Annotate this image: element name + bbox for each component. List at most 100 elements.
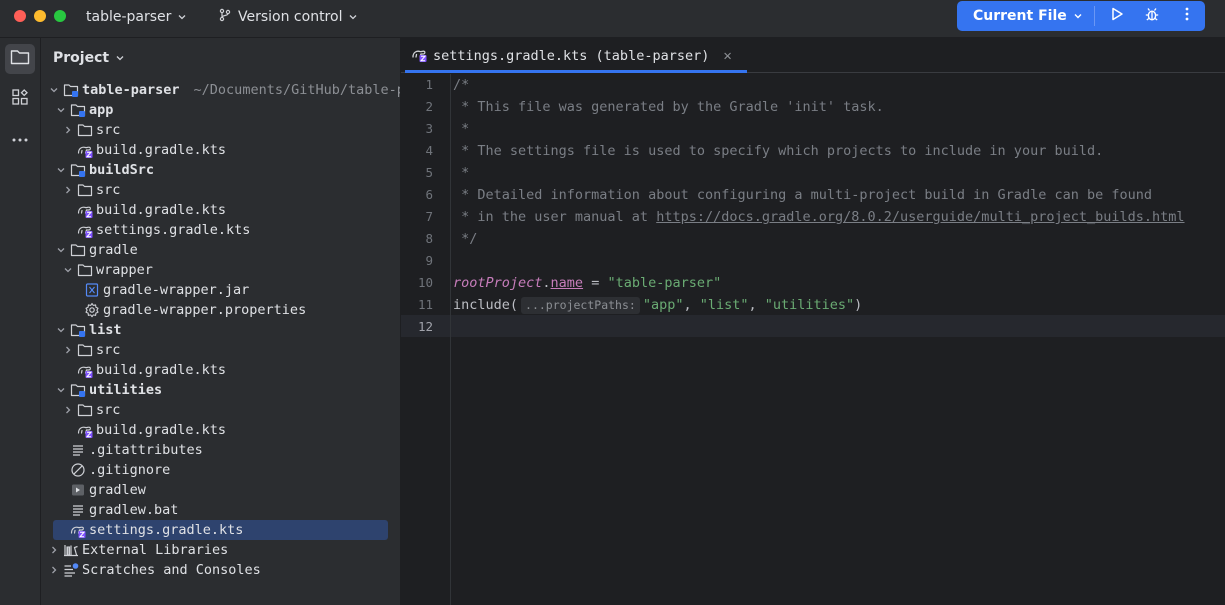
- project-switcher[interactable]: table-parser: [86, 0, 187, 33]
- tree-item[interactable]: gradle-wrapper.jar: [41, 280, 400, 300]
- tree-item-label: gradlew: [89, 482, 146, 498]
- tree-item[interactable]: table-parser ~/Documents/GitHub/table-p: [41, 80, 401, 100]
- code-line: * in the user manual at https://docs.gra…: [453, 206, 1184, 228]
- chevron-down-icon[interactable]: [54, 325, 68, 335]
- chevron-right-icon[interactable]: [47, 565, 61, 575]
- tree-item[interactable]: src: [41, 340, 400, 360]
- comment-link[interactable]: https://docs.gradle.org/8.0.2/userguide/…: [656, 209, 1184, 225]
- tree-item[interactable]: src: [41, 120, 400, 140]
- tree-item[interactable]: gradle: [41, 240, 400, 260]
- tool-window-strip: [0, 38, 41, 605]
- line-number: 7: [425, 209, 433, 224]
- tree-item[interactable]: settings.gradle.kts: [41, 520, 400, 540]
- tree-item[interactable]: build.gradle.kts: [41, 140, 400, 160]
- zoom-window-button[interactable]: [54, 10, 66, 22]
- folder-icon: [77, 342, 93, 358]
- tree-item[interactable]: settings.gradle.kts: [41, 220, 400, 240]
- chevron-right-icon[interactable]: [61, 185, 75, 195]
- run-configuration-selector[interactable]: Current File: [957, 1, 1088, 31]
- tree-item[interactable]: wrapper: [41, 260, 400, 280]
- folder-icon: [77, 402, 93, 418]
- tree-item-label: .gitattributes: [89, 442, 203, 458]
- tree-item-label: src: [96, 402, 121, 418]
- tree-item[interactable]: External Libraries: [41, 540, 400, 560]
- chevron-right-icon[interactable]: [61, 405, 75, 415]
- debug-button[interactable]: [1135, 1, 1170, 31]
- gradle-kotlin-file-icon: [70, 522, 86, 538]
- tree-item[interactable]: src: [41, 180, 400, 200]
- module-folder-icon: [70, 382, 86, 398]
- project-path: ~/Documents/GitHub/table-p: [193, 82, 401, 98]
- code-receiver: rootProject: [453, 275, 543, 291]
- minimize-window-button[interactable]: [34, 10, 46, 22]
- tree-item[interactable]: list: [41, 320, 400, 340]
- version-control-widget[interactable]: Version control: [218, 0, 358, 33]
- chevron-right-icon[interactable]: [47, 545, 61, 555]
- code-comment: * in the user manual at: [453, 209, 657, 225]
- current-line-highlight: [401, 315, 1225, 337]
- module-folder-icon: [70, 322, 86, 338]
- editor-tab-active[interactable]: settings.gradle.kts (table-parser) ✕: [405, 38, 747, 73]
- tree-item[interactable]: .gitignore: [41, 460, 400, 480]
- line-number: 2: [425, 99, 433, 114]
- gradle-kotlin-file-icon: [77, 362, 93, 378]
- more-tool-windows-button[interactable]: [5, 124, 35, 154]
- tree-item[interactable]: build.gradle.kts: [41, 200, 400, 220]
- project-tool-button[interactable]: [5, 44, 35, 74]
- vcs-label: Version control: [238, 8, 343, 25]
- tree-item-label: table-parser: [82, 82, 180, 98]
- tree-item[interactable]: buildSrc: [41, 160, 400, 180]
- chevron-down-icon[interactable]: [54, 105, 68, 115]
- code-comment: *: [453, 121, 470, 137]
- tree-item[interactable]: Scratches and Consoles: [41, 560, 400, 580]
- tree-item-label: gradle-wrapper.jar: [103, 282, 250, 298]
- editor: settings.gradle.kts (table-parser) ✕ 123…: [401, 38, 1225, 605]
- code-comment: * Detailed information about configuring…: [453, 187, 1152, 203]
- tree-item[interactable]: src: [41, 400, 400, 420]
- chevron-down-icon[interactable]: [54, 245, 68, 255]
- line-number: 10: [417, 275, 433, 290]
- tree-item-label: app: [89, 102, 114, 118]
- line-number: 8: [425, 231, 433, 246]
- line-number: 4: [425, 143, 433, 158]
- project-folder-icon: [10, 48, 30, 70]
- chevron-down-icon[interactable]: [47, 85, 61, 95]
- tree-item[interactable]: build.gradle.kts: [41, 360, 400, 380]
- code-paren: ): [854, 297, 863, 313]
- close-window-button[interactable]: [14, 10, 26, 22]
- tree-item-label: wrapper: [96, 262, 153, 278]
- scratches-icon: [63, 562, 79, 578]
- tree-item-label: src: [96, 122, 121, 138]
- module-folder-icon: [70, 102, 86, 118]
- close-tab-icon[interactable]: ✕: [723, 48, 731, 64]
- code-dot: .: [542, 275, 551, 291]
- code-line: *: [453, 162, 469, 184]
- code-comment: * The settings file is used to specify w…: [453, 143, 1104, 159]
- chevron-down-icon[interactable]: [54, 165, 68, 175]
- tree-item[interactable]: gradlew: [41, 480, 400, 500]
- chevron-right-icon[interactable]: [61, 125, 75, 135]
- run-widget: Current File: [957, 1, 1205, 31]
- line-number: 9: [425, 253, 433, 268]
- tree-item[interactable]: utilities: [41, 380, 400, 400]
- more-actions-button[interactable]: [1170, 1, 1205, 31]
- chevron-right-icon[interactable]: [61, 345, 75, 355]
- tree-item[interactable]: .gitattributes: [41, 440, 400, 460]
- editor-tab-bar: settings.gradle.kts (table-parser) ✕: [401, 38, 1225, 73]
- run-button[interactable]: [1099, 1, 1134, 31]
- tree-item[interactable]: gradlew.bat: [41, 500, 400, 520]
- module-folder-icon: [70, 162, 86, 178]
- line-number: 5: [425, 165, 433, 180]
- tree-item-label: list: [89, 322, 122, 338]
- chevron-down-icon: [115, 53, 125, 63]
- structure-tool-button[interactable]: [5, 84, 35, 114]
- project-view-selector[interactable]: Project: [53, 50, 125, 66]
- code-line: * The settings file is used to specify w…: [453, 140, 1103, 162]
- code-string: "table-parser": [607, 275, 722, 291]
- tree-item[interactable]: app: [41, 100, 400, 120]
- line-number-gutter: 1 2 3 4 5 6 7 8 9 10 11 12: [401, 74, 451, 605]
- tree-item[interactable]: gradle-wrapper.properties: [41, 300, 400, 320]
- tree-item[interactable]: build.gradle.kts: [41, 420, 400, 440]
- chevron-down-icon[interactable]: [54, 385, 68, 395]
- chevron-down-icon[interactable]: [61, 265, 75, 275]
